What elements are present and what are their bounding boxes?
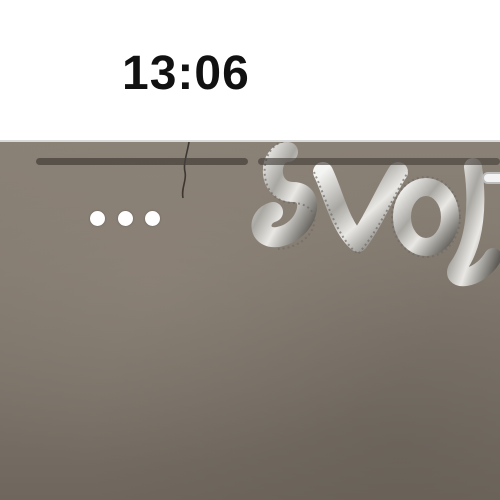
ellipsis-icon	[90, 210, 105, 226]
ellipsis-icon	[117, 210, 133, 226]
balloon-string	[181, 142, 190, 199]
more-options-button[interactable]	[90, 206, 160, 230]
foil-letter-balloon-image	[251, 142, 500, 287]
status-bar-time: 13:06	[122, 47, 250, 100]
ellipsis-icon	[145, 210, 160, 226]
story-progress-segment-2	[258, 158, 500, 184]
story-photo-view[interactable]	[0, 142, 500, 500]
progress-handle[interactable]	[482, 172, 500, 184]
phone-screen: 13:06	[0, 0, 500, 500]
story-progress-segment-1	[36, 158, 248, 165]
status-bar: 13:06	[0, 0, 500, 142]
